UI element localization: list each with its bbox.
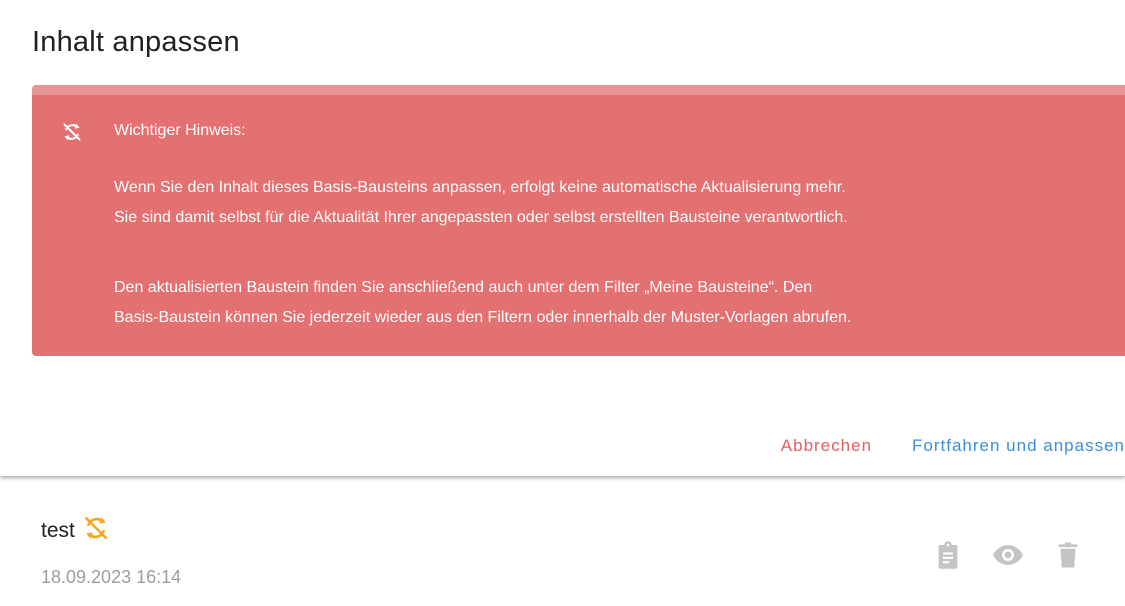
item-title: test [41, 519, 75, 542]
alert-line: Basis-Baustein können Sie jederzeit wied… [114, 309, 852, 326]
cancel-button[interactable]: Abbrechen [781, 436, 872, 456]
alert-line: Den aktualisierten Baustein finden Sie a… [114, 279, 813, 296]
item-title-row: test [41, 515, 109, 547]
item-actions [931, 538, 1085, 572]
clipboard-icon[interactable] [931, 538, 965, 572]
trash-icon[interactable] [1051, 538, 1085, 572]
alert-paragraph-2: Den aktualisierten Baustein finden Sie a… [114, 273, 851, 333]
item-date: 18.09.2023 16:14 [41, 567, 182, 587]
sync-disabled-icon [83, 515, 109, 547]
continue-button[interactable]: Fortfahren und anpassen [912, 436, 1125, 456]
eye-icon[interactable] [991, 538, 1025, 572]
list-item[interactable]: test 18.09.2023 16:14 [41, 515, 181, 587]
alert-line: Sie sind damit selbst für die Aktualität… [114, 209, 848, 226]
customize-dialog: Inhalt anpassen Wichtiger Hinweis: Wenn … [0, 0, 1125, 476]
warning-alert: Wichtiger Hinweis: Wenn Sie den Inhalt d… [32, 85, 1125, 356]
alert-line: Wenn Sie den Inhalt dieses Basis-Baustei… [114, 179, 846, 196]
alert-heading: Wichtiger Hinweis: [114, 122, 246, 139]
dialog-title: Inhalt anpassen [32, 26, 240, 58]
alert-paragraph-1: Wenn Sie den Inhalt dieses Basis-Baustei… [114, 173, 848, 233]
dialog-actions: Abbrechen Fortfahren und anpassen [781, 436, 1125, 456]
sync-disabled-icon [62, 122, 82, 142]
